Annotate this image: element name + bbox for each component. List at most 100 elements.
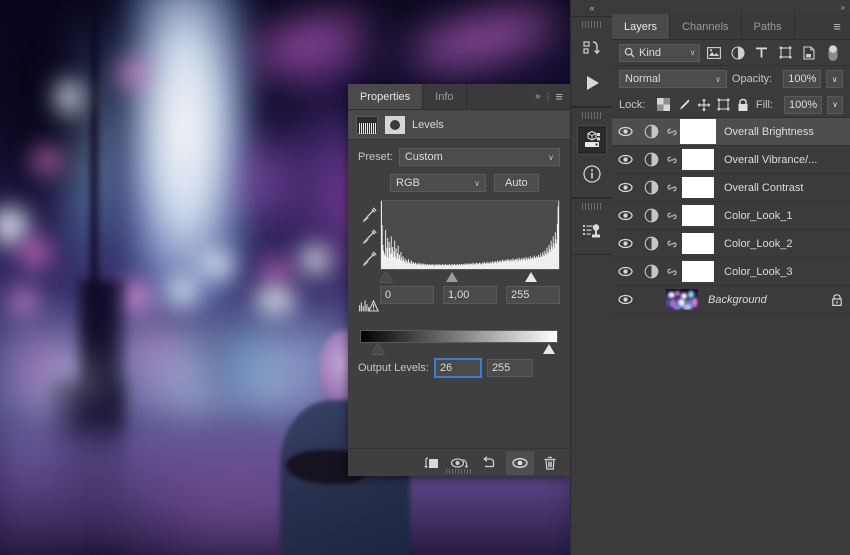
properties-icon[interactable] <box>576 125 607 155</box>
output-shadow-value: 26 <box>439 362 453 374</box>
layer-visibility-toggle[interactable] <box>612 182 638 193</box>
panel-resize-grip[interactable] <box>446 469 472 474</box>
layer-mask-thumbnail[interactable] <box>682 177 714 198</box>
preset-select[interactable]: Custom ∨ <box>398 148 560 166</box>
output-levels-slider[interactable] <box>358 343 560 356</box>
filter-type-layers-icon[interactable] <box>752 43 772 63</box>
blend-mode-select[interactable]: Normal ∨ <box>619 70 727 88</box>
input-levels-slider[interactable] <box>380 271 560 284</box>
output-shadow-slider-handle[interactable] <box>372 344 384 354</box>
clip-to-layer-button[interactable] <box>416 451 444 475</box>
layer-mask-thumbnail[interactable] <box>682 121 714 142</box>
input-shadow-field[interactable]: 0 <box>380 286 434 304</box>
layer-visibility-toggle[interactable] <box>612 238 638 249</box>
dock-grip[interactable] <box>581 21 602 28</box>
input-midtone-field[interactable]: 1,00 <box>443 286 497 304</box>
reset-button[interactable] <box>476 451 504 475</box>
layer-visibility-toggle[interactable] <box>612 126 638 137</box>
layer-thumbnail[interactable] <box>666 289 698 310</box>
adjustments-icon[interactable] <box>577 216 607 246</box>
dock-grip[interactable] <box>581 203 602 210</box>
link-mask-icon[interactable] <box>664 125 680 139</box>
layers-collapse-icon[interactable]: » <box>612 0 850 14</box>
canvas-bokeh <box>300 246 330 274</box>
layer-mask-thumbnail[interactable] <box>682 233 714 254</box>
lock-artboard-nesting-icon[interactable] <box>716 95 731 115</box>
panel-menu-icon[interactable]: ≡ <box>555 89 563 104</box>
histogram-uncached-warning-icon[interactable] <box>359 295 379 317</box>
blend-mode-value: Normal <box>625 73 661 85</box>
layer-mask-icon[interactable] <box>385 115 405 134</box>
table-row[interactable]: Color_Look_2 <box>612 230 850 258</box>
layer-mask-thumbnail[interactable] <box>682 205 714 226</box>
lock-image-pixels-icon[interactable] <box>676 95 691 115</box>
table-row[interactable]: Color_Look_3 <box>612 258 850 286</box>
delete-layer-button[interactable] <box>536 451 564 475</box>
layer-mask-thumbnail[interactable] <box>682 261 714 282</box>
filter-smart-object-icon[interactable] <box>799 43 819 63</box>
dock-collapse-icon[interactable]: « <box>571 0 613 16</box>
adjustment-layer-thumbnail[interactable] <box>638 124 664 139</box>
link-mask-icon[interactable] <box>664 181 680 195</box>
auto-button[interactable]: Auto <box>494 174 539 192</box>
output-highlight-slider-handle[interactable] <box>543 344 555 354</box>
lock-all-icon[interactable] <box>736 95 751 115</box>
filter-pixel-layers-icon[interactable] <box>704 43 724 63</box>
set-black-point-eyedropper[interactable] <box>359 203 379 225</box>
input-midtone-slider-handle[interactable] <box>446 272 458 282</box>
table-row[interactable]: Background <box>612 286 850 314</box>
filter-shape-layers-icon[interactable] <box>776 43 796 63</box>
input-highlight-field[interactable]: 255 <box>506 286 560 304</box>
table-row[interactable]: Overall Contrast <box>612 174 850 202</box>
levels-histogram-icon[interactable] <box>356 115 378 134</box>
tab-channels[interactable]: Channels <box>670 14 742 39</box>
layer-visibility-toggle[interactable] <box>612 294 638 305</box>
set-gray-point-eyedropper[interactable] <box>359 225 379 247</box>
adjustment-layer-thumbnail[interactable] <box>638 208 664 223</box>
channel-select[interactable]: RGB ∨ <box>390 174 486 192</box>
overflow-chevron-icon[interactable]: » <box>535 91 541 102</box>
lock-position-icon[interactable] <box>696 95 711 115</box>
opacity-chevron-icon[interactable]: ∨ <box>826 70 843 88</box>
history-icon[interactable] <box>577 34 607 64</box>
link-mask-icon[interactable] <box>664 237 680 251</box>
adjustment-layer-thumbnail[interactable] <box>638 264 664 279</box>
toggle-visibility-button[interactable] <box>506 450 534 475</box>
fill-field[interactable]: 100% <box>784 95 823 114</box>
filter-adjustment-layers-icon[interactable] <box>728 43 748 63</box>
layer-list[interactable]: Overall Brightness Overall Vibrance/... Ov… <box>612 118 850 555</box>
input-shadow-slider-handle[interactable] <box>380 272 392 282</box>
link-mask-icon[interactable] <box>664 209 680 223</box>
adjustment-layer-thumbnail[interactable] <box>638 152 664 167</box>
link-mask-icon[interactable] <box>664 265 680 279</box>
tab-properties[interactable]: Properties <box>348 84 424 109</box>
layer-mask-thumbnail[interactable] <box>682 149 714 170</box>
dock-grip[interactable] <box>581 112 602 119</box>
histogram-chart[interactable] <box>380 200 560 270</box>
layer-visibility-toggle[interactable] <box>612 154 638 165</box>
layer-visibility-toggle[interactable] <box>612 266 638 277</box>
layer-visibility-toggle[interactable] <box>612 210 638 221</box>
table-row[interactable]: Overall Brightness <box>612 118 850 146</box>
input-highlight-slider-handle[interactable] <box>525 272 537 282</box>
table-row[interactable]: Overall Vibrance/... <box>612 146 850 174</box>
tab-layers[interactable]: Layers <box>612 14 671 39</box>
actions-play-icon[interactable] <box>577 68 607 98</box>
opacity-field[interactable]: 100% <box>783 70 822 88</box>
table-row[interactable]: Color_Look_1 <box>612 202 850 230</box>
link-mask-icon[interactable] <box>664 153 680 167</box>
lock-transparent-pixels-icon[interactable] <box>656 95 671 115</box>
output-shadow-field[interactable]: 26 <box>434 359 481 377</box>
filter-enable-toggle[interactable] <box>823 43 843 63</box>
tab-paths[interactable]: Paths <box>741 14 795 39</box>
layer-filter-row: Kind ∨ <box>612 40 850 66</box>
tab-info[interactable]: Info <box>423 84 467 109</box>
adjustment-layer-thumbnail[interactable] <box>638 236 664 251</box>
fill-chevron-icon[interactable]: ∨ <box>827 95 844 114</box>
adjustment-layer-thumbnail[interactable] <box>638 180 664 195</box>
info-icon[interactable] <box>577 159 607 189</box>
layers-panel-menu-icon[interactable]: ≡ <box>824 14 850 39</box>
set-white-point-eyedropper[interactable] <box>359 247 379 269</box>
filter-kind-select[interactable]: Kind ∨ <box>619 43 701 62</box>
output-highlight-field[interactable]: 255 <box>486 359 533 377</box>
